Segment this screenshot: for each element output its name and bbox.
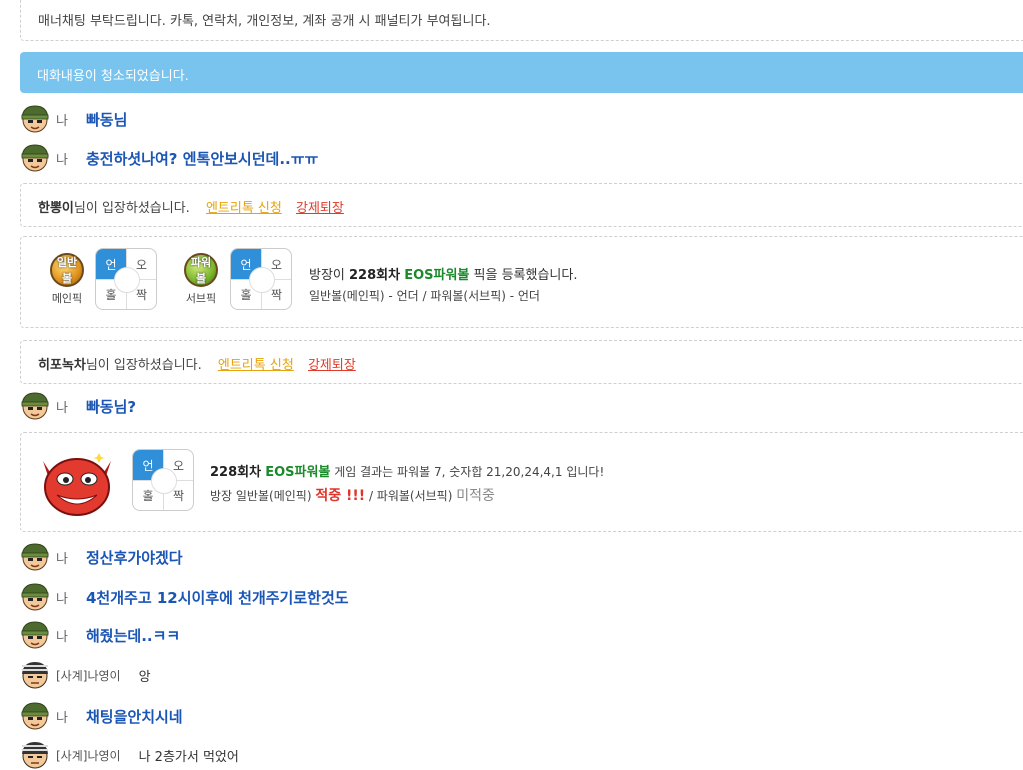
soldier-avatar-icon <box>21 543 49 571</box>
message-text: 충전하셧나여? 엔톡안보시던데..ㅠㅠ <box>86 149 319 168</box>
result-game: EOS파워볼 <box>265 465 331 480</box>
entry-suffix: 님이 입장하셨습니다. <box>73 201 190 216</box>
sender-name: 나 <box>56 152 68 168</box>
sender-name: 나 <box>56 591 68 607</box>
entry-notice: 히포녹차님이 입장하셨습니다. 엔트리톡 신청 강제퇴장 <box>20 340 1023 384</box>
result-miss: 미적중 <box>456 488 495 504</box>
entrant-name: 한뽕이 <box>38 201 74 216</box>
result-text: 게임 결과는 파워볼 7, 숫자합 21,20,24,4,1 입니다! <box>330 465 605 479</box>
sender-name: [사계]나영이 <box>56 668 121 683</box>
message-text: 4천개주고 12시이후에 천개주기로한것도 <box>86 588 349 607</box>
manner-notice: 매너채팅 부탁드립니다. 카톡, 연락처, 개인정보, 계좌 공개 시 패널티가… <box>20 0 1023 41</box>
pick-game: EOS파워볼 <box>404 268 470 283</box>
prisoner-avatar-icon <box>21 741 49 769</box>
pick-round: 228회차 <box>349 268 401 283</box>
sender-name: [사계]나영이 <box>56 748 121 763</box>
sender-name: 나 <box>56 400 68 416</box>
pick-pre: 방장이 <box>309 268 350 283</box>
sender-name: 나 <box>56 551 68 567</box>
soldier-avatar-icon <box>21 144 49 172</box>
game-result-box: 언 오 홀 짝 228회차 EOS파워볼 게임 결과는 파워볼 7, 숫자합 2… <box>20 432 1023 532</box>
kick-link[interactable]: 강제퇴장 <box>308 358 356 373</box>
main-pick-caption: 메인픽 <box>51 292 83 305</box>
result-line: 228회차 EOS파워볼 게임 결과는 파워볼 7, 숫자합 21,20,24,… <box>210 461 604 480</box>
soldier-avatar-icon <box>21 621 49 649</box>
grid-knob <box>114 267 140 293</box>
soldier-avatar-icon <box>21 105 49 133</box>
message-text: 빠동님? <box>86 397 137 416</box>
normal-ball-icon: 일반볼 <box>50 253 84 287</box>
soldier-avatar-icon <box>21 583 49 611</box>
message-text: 앙 <box>138 669 151 685</box>
power-ball-icon: 파워볼 <box>184 253 218 287</box>
result-grid: 언 오 홀 짝 <box>132 449 194 511</box>
soldier-avatar-icon <box>21 702 49 730</box>
entry-talk-request-link[interactable]: 엔트리톡 신청 <box>218 358 294 373</box>
manner-notice-text: 매너채팅 부탁드립니다. 카톡, 연락처, 개인정보, 계좌 공개 시 패널티가… <box>38 14 491 29</box>
chat-message-other: [사계]나영이 나 2층가서 먹었어 <box>20 740 239 770</box>
message-text: 정산후가야겠다 <box>86 548 183 567</box>
prisoner-avatar-icon <box>21 661 49 689</box>
grid-knob <box>151 468 177 494</box>
result-summary: 방장 일반볼(메인픽) 적중 !!! / 파워볼(서브픽) 미적중 <box>210 485 495 505</box>
cleared-notice: 대화내용이 청소되었습니다. <box>20 52 1023 93</box>
sender-name: 나 <box>56 629 68 645</box>
result-round: 228회차 <box>210 465 262 480</box>
pick-line: 방장이 228회차 EOS파워볼 픽을 등록했습니다. <box>309 264 577 283</box>
chat-message: 나 충전하셧나여? 엔톡안보시던데..ㅠㅠ <box>20 143 318 173</box>
chat-message: 나 채팅을안치시네 <box>20 701 183 731</box>
result-main-label: 방장 일반볼(메인픽) <box>210 489 316 503</box>
message-text: 채팅을안치시네 <box>86 707 183 726</box>
grid-knob <box>249 267 275 293</box>
entry-talk-request-link[interactable]: 엔트리톡 신청 <box>206 201 282 216</box>
chat-message: 나 빠동님 <box>20 104 127 134</box>
message-text: 나 2층가서 먹었어 <box>138 749 239 765</box>
message-text: 해줬는데..ㅋㅋ <box>86 626 181 645</box>
cleared-notice-text: 대화내용이 청소되었습니다. <box>37 69 189 84</box>
result-hit: 적중 !!! <box>315 488 366 504</box>
kick-link[interactable]: 강제퇴장 <box>296 201 344 216</box>
chat-message-other: [사계]나영이 앙 <box>20 660 151 690</box>
chat-message: 나 4천개주고 12시이후에 천개주기로한것도 <box>20 582 349 612</box>
chat-message: 나 정산후가야겠다 <box>20 542 183 572</box>
pick-detail: 일반볼(메인픽) - 언더 / 파워볼(서브픽) - 언더 <box>309 289 540 303</box>
main-pick: 일반볼 메인픽 <box>44 253 90 306</box>
pick-registration-box: 일반볼 메인픽 언 오 홀 짝 파워볼 서브픽 언 오 홀 짝 방장이 228회… <box>20 236 1023 328</box>
entry-suffix: 님이 입장하셨습니다. <box>85 358 202 373</box>
entrant-name: 히포녹차 <box>38 358 86 373</box>
chat-message: 나 빠동님? <box>20 391 136 421</box>
result-sub-label: / 파워볼(서브픽) <box>365 489 457 503</box>
sender-name: 나 <box>56 113 68 129</box>
entry-notice: 한뽕이님이 입장하셨습니다. 엔트리톡 신청 강제퇴장 <box>20 183 1023 227</box>
red-devil-icon <box>43 453 111 516</box>
sub-pick-caption: 서브픽 <box>185 292 217 305</box>
sub-pick: 파워볼 서브픽 <box>178 253 224 306</box>
soldier-avatar-icon <box>21 392 49 420</box>
message-text: 빠동님 <box>86 110 128 129</box>
main-pick-grid: 언 오 홀 짝 <box>95 248 157 310</box>
sub-pick-grid: 언 오 홀 짝 <box>230 248 292 310</box>
chat-message: 나 해줬는데..ㅋㅋ <box>20 620 180 650</box>
sender-name: 나 <box>56 710 68 726</box>
pick-post: 픽을 등록했습니다. <box>469 268 578 283</box>
